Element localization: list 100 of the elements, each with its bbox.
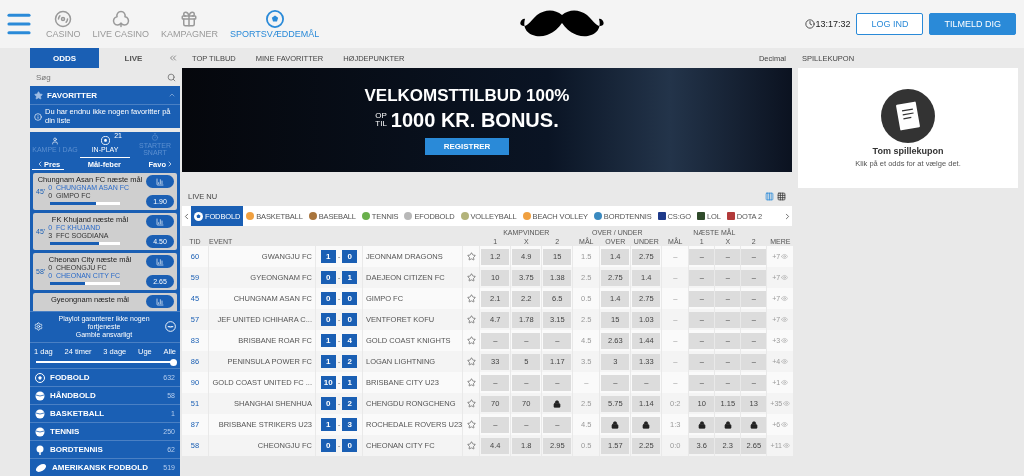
star-icon[interactable]	[466, 420, 476, 429]
banner-bonus: 1000 KR. BONUS.	[390, 108, 559, 132]
score: 0	[342, 439, 358, 452]
stats-button[interactable]	[146, 175, 174, 189]
chevron-right-icon[interactable]	[783, 211, 792, 221]
empty-coupon-title: Tom spillekupon	[872, 145, 944, 156]
lock-icon	[697, 420, 706, 429]
timer-icon	[151, 133, 159, 142]
star-icon[interactable]	[466, 378, 476, 387]
chevron-up-icon[interactable]	[168, 91, 176, 99]
cards-icon	[111, 9, 130, 28]
lock-icon	[553, 399, 562, 408]
nav-link[interactable]: SPORTSVÆDDEMÅL	[229, 9, 320, 39]
gear-icon	[34, 322, 43, 332]
star-icon[interactable]	[466, 357, 476, 366]
score-dash: -	[337, 336, 341, 345]
locked-odds[interactable]	[715, 416, 741, 433]
sidebar-tab[interactable]: LIVE	[99, 48, 168, 68]
bar-chart-icon	[156, 177, 164, 186]
mustache-icon	[165, 321, 176, 333]
star-icon[interactable]	[466, 252, 476, 261]
score: 1	[342, 376, 358, 389]
score: 10	[320, 376, 336, 389]
score: 1	[320, 334, 336, 347]
score-dash: -	[337, 420, 341, 429]
score-dash: -	[337, 252, 341, 261]
lock-icon	[723, 420, 732, 429]
register-button[interactable]: REGISTRER	[425, 137, 509, 155]
login-button[interactable]: LOG IND	[856, 13, 924, 35]
score-dash: -	[337, 357, 341, 366]
lock-icon	[749, 420, 758, 429]
star-icon[interactable]	[466, 315, 476, 324]
eye-icon	[781, 274, 789, 281]
score: 0	[320, 439, 336, 452]
eye-icon	[781, 295, 789, 302]
favorites-title: FAVORITTER	[47, 90, 99, 100]
score-dash: -	[337, 378, 341, 387]
sidebar-tab[interactable]: ODDS	[30, 48, 99, 68]
score: 1	[320, 355, 336, 368]
chevron-left-icon[interactable]	[182, 211, 191, 221]
ball-icon	[100, 136, 110, 146]
score: 2	[342, 397, 358, 410]
signup-button[interactable]: TILMELD DIG	[929, 13, 1016, 35]
eye-icon	[781, 337, 789, 344]
lock-icon	[642, 420, 651, 429]
score: 1	[320, 418, 336, 431]
locked-odds[interactable]	[741, 416, 767, 433]
clock-icon	[805, 19, 816, 29]
ticket-icon	[881, 88, 935, 143]
score: 1	[320, 250, 336, 263]
search-field[interactable]: Søg	[34, 71, 167, 83]
eye-icon	[781, 379, 789, 386]
chip-icon	[54, 9, 73, 28]
score: 0	[320, 313, 336, 326]
eye-icon	[781, 421, 789, 428]
paddle-icon	[35, 444, 45, 455]
stats-button[interactable]	[146, 255, 174, 269]
eye-icon	[782, 442, 790, 449]
person-icon	[51, 136, 59, 145]
rugby-ball-icon	[35, 462, 47, 473]
stats-button[interactable]	[146, 215, 174, 229]
score: 0	[342, 313, 358, 326]
layout-icon[interactable]	[777, 191, 786, 201]
star-icon[interactable]	[466, 441, 476, 450]
locked-odds[interactable]	[601, 416, 630, 433]
info-icon	[34, 112, 42, 121]
banner-headline: VELKOMSTTILBUD 100%	[364, 85, 570, 106]
chevron-left-icon	[36, 160, 44, 169]
banner-prefix: OP TIL	[375, 112, 387, 128]
score: 0	[342, 250, 358, 263]
football-icon	[35, 372, 45, 383]
bar-chart-icon	[156, 257, 164, 266]
chevron-right-icon	[166, 160, 174, 169]
star-icon[interactable]	[466, 273, 476, 282]
star-icon[interactable]	[466, 294, 476, 303]
ball-icon	[35, 426, 45, 437]
score-dash: -	[337, 294, 341, 303]
stats-button[interactable]	[146, 295, 174, 309]
progress-track	[50, 201, 120, 205]
bar-chart-icon	[156, 297, 164, 306]
football-icon	[265, 9, 284, 28]
search-icon	[167, 72, 176, 82]
locked-odds[interactable]	[543, 395, 572, 412]
star-icon[interactable]	[466, 336, 476, 345]
gift-icon	[180, 9, 199, 28]
locked-odds[interactable]	[689, 416, 715, 433]
score: 2	[342, 355, 358, 368]
locked-odds[interactable]	[632, 416, 661, 433]
score: 4	[342, 334, 358, 347]
bar-chart-icon	[156, 217, 164, 226]
collapse-icon[interactable]	[168, 53, 178, 63]
score-dash: -	[337, 273, 341, 282]
score: 3	[342, 418, 358, 431]
eye-icon	[781, 316, 789, 323]
score: 1	[342, 271, 358, 284]
score-dash: -	[337, 399, 341, 408]
star-icon[interactable]	[466, 399, 476, 408]
score: 0	[320, 271, 336, 284]
score-dash: -	[337, 441, 341, 450]
eye-icon	[781, 358, 789, 365]
